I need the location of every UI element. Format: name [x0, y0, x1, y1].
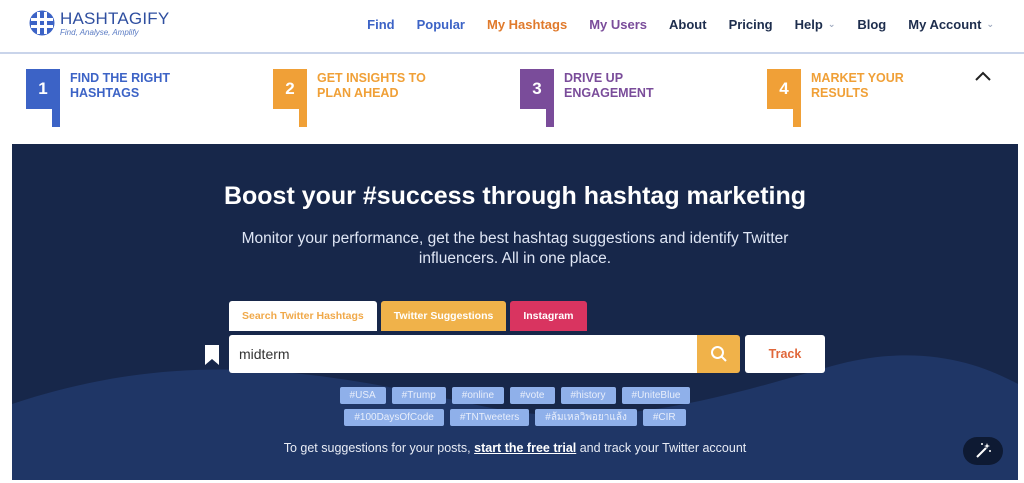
nav-popular-label: Popular: [416, 17, 465, 32]
hashtag-chip[interactable]: #UniteBlue: [621, 387, 691, 404]
track-button[interactable]: Track: [745, 335, 825, 373]
hashtag-chip[interactable]: #CIR: [642, 409, 686, 426]
step-4-label: MARKET YOUR RESULTS: [811, 71, 941, 127]
step-4[interactable]: 4 MARKET YOUR RESULTS: [767, 69, 941, 127]
hashtag-globe-icon: [29, 10, 55, 36]
hero-section: Boost your #success through hashtag mark…: [12, 144, 1018, 480]
nav-popular[interactable]: Popular: [417, 17, 465, 32]
search-icon: [710, 346, 727, 362]
nav-find[interactable]: Find: [367, 17, 394, 32]
step-1-flag: 1: [26, 69, 60, 127]
hashtag-chip[interactable]: #ล้มเหลวิพอยาแล้ง: [535, 409, 637, 426]
bookmark-icon[interactable]: [205, 345, 219, 365]
hashtag-chip[interactable]: #vote: [510, 387, 555, 404]
nav-my-hashtags-label: My Hashtags: [487, 17, 568, 32]
hashtag-chip[interactable]: #100DaysOfCode: [344, 409, 444, 426]
nav-about-label: About: [669, 17, 707, 32]
magic-wand-icon: [976, 443, 991, 458]
chevron-down-icon: ⌄: [986, 19, 994, 29]
step-1-line1: FIND THE RIGHT: [70, 71, 170, 85]
nav-my-account[interactable]: My Account ⌄: [908, 17, 994, 32]
trial-note-after: and track your Twitter account: [579, 441, 747, 455]
step-1[interactable]: 1 FIND THE RIGHT HASHTAGS: [26, 69, 200, 127]
step-1-tail: [52, 105, 60, 127]
step-3-line1: DRIVE UP: [564, 71, 624, 85]
step-3-label: DRIVE UP ENGAGEMENT: [564, 71, 694, 127]
hero-title: Boost your #success through hashtag mark…: [223, 182, 807, 210]
nav-help[interactable]: Help ⌄: [795, 17, 836, 32]
search-input[interactable]: [229, 335, 697, 373]
step-1-number: 1: [26, 69, 60, 109]
step-2-tail: [299, 105, 307, 127]
step-4-number: 4: [767, 69, 801, 109]
suggested-hashtags: #USA #Trump #online #vote #history #Unit…: [212, 387, 818, 431]
trial-note-before: To get suggestions for your posts,: [283, 441, 471, 455]
magic-wand-button[interactable]: [963, 437, 1003, 465]
step-3-line2: ENGAGEMENT: [564, 86, 654, 100]
step-3-flag: 3: [520, 69, 554, 127]
step-1-line2: HASHTAGS: [70, 86, 140, 100]
search-button[interactable]: [697, 335, 740, 373]
hashtag-chip[interactable]: #history: [560, 387, 616, 404]
step-2-flag: 2: [273, 69, 307, 127]
step-4-flag: 4: [767, 69, 801, 127]
hashtag-row-2: #100DaysOfCode #TNTweeters #ล้มเหลวิพอยา…: [212, 409, 818, 426]
step-3-number: 3: [520, 69, 554, 109]
nav-about[interactable]: About: [669, 17, 707, 32]
step-2[interactable]: 2 GET INSIGHTS TO PLAN AHEAD: [273, 69, 447, 127]
search-tabs: Search Twitter Hashtags Twitter Suggesti…: [229, 301, 591, 331]
nav-my-users-label: My Users: [589, 17, 648, 32]
step-2-number: 2: [273, 69, 307, 109]
step-4-line1: MARKET YOUR: [811, 71, 904, 85]
logo-tagline: Find, Analyse, Amplify: [60, 27, 139, 37]
hashtag-chip[interactable]: #online: [451, 387, 505, 404]
nav-pricing[interactable]: Pricing: [729, 17, 773, 32]
hashtag-chip[interactable]: #TNTweeters: [449, 409, 530, 426]
steps-bar: 1 FIND THE RIGHT HASHTAGS 2 GET INSIGHTS…: [0, 56, 1024, 144]
step-2-label: GET INSIGHTS TO PLAN AHEAD: [317, 71, 447, 127]
site-header: HASHTAGIFY Find, Analyse, Amplify Find P…: [0, 0, 1024, 54]
hashtag-chip[interactable]: #USA: [339, 387, 386, 404]
step-4-line2: RESULTS: [811, 86, 869, 100]
nav-pricing-label: Pricing: [728, 17, 773, 32]
nav-my-account-label: My Account: [908, 17, 982, 32]
hashtag-row-1: #USA #Trump #online #vote #history #Unit…: [212, 387, 818, 404]
step-3[interactable]: 3 DRIVE UP ENGAGEMENT: [520, 69, 694, 127]
step-2-line1: GET INSIGHTS TO: [317, 71, 426, 85]
nav-find-label: Find: [367, 17, 395, 32]
tab-instagram[interactable]: Instagram: [510, 301, 587, 331]
chevron-down-icon: ⌄: [827, 19, 836, 29]
nav-blog-label: Blog: [857, 17, 887, 32]
tab-search-twitter-hashtags[interactable]: Search Twitter Hashtags: [229, 301, 377, 331]
logo-name: HASHTAGIFY: [60, 8, 170, 28]
hero-subtitle: Monitor your performance, get the best h…: [241, 230, 789, 267]
free-trial-link[interactable]: start the free trial: [474, 441, 576, 455]
step-2-line2: PLAN AHEAD: [317, 86, 399, 100]
hashtag-chip[interactable]: #Trump: [391, 387, 446, 404]
trial-note: To get suggestions for your posts, start…: [12, 441, 1018, 455]
step-3-tail: [546, 105, 554, 127]
nav-blog[interactable]: Blog: [857, 17, 886, 32]
step-4-tail: [793, 105, 801, 127]
nav-my-hashtags[interactable]: My Hashtags: [487, 17, 567, 32]
main-nav: Find Popular My Hashtags My Users About …: [345, 17, 994, 32]
tab-twitter-suggestions[interactable]: Twitter Suggestions: [380, 301, 507, 331]
nav-my-users[interactable]: My Users: [589, 17, 647, 32]
nav-help-label: Help: [794, 17, 823, 32]
chevron-up-icon[interactable]: [974, 70, 992, 82]
step-1-label: FIND THE RIGHT HASHTAGS: [70, 71, 200, 127]
logo[interactable]: HASHTAGIFY Find, Analyse, Amplify: [28, 9, 169, 37]
